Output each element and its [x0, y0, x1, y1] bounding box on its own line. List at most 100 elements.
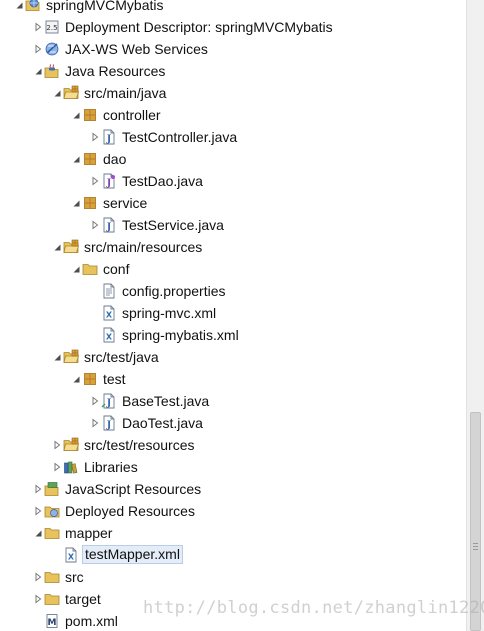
tree-item-label: Deployment Descriptor: springMVCMybatis — [65, 19, 333, 35]
tree-item-src-main-resources[interactable]: src/main/resources — [0, 236, 466, 258]
tree-item-label: Libraries — [84, 459, 138, 475]
tree-item-label: TestService.java — [122, 217, 224, 233]
svg-text:J: J — [106, 179, 111, 189]
tree-item-label: src/main/java — [84, 85, 167, 101]
expand-arrow-icon[interactable] — [32, 505, 44, 517]
expand-arrow-icon[interactable] — [32, 483, 44, 495]
collapse-arrow-icon[interactable] — [70, 197, 82, 209]
expand-arrow-icon[interactable] — [89, 131, 101, 143]
tree-item-label: testMapper.xml — [82, 545, 183, 564]
tree-item-deployment-descriptor-springmvcmybatis[interactable]: 2.5 Deployment Descriptor: springMVCMybat… — [0, 16, 466, 38]
source-folder-icon — [63, 85, 79, 101]
tree-item-basetest-java[interactable]: J BaseTest.java — [0, 390, 466, 412]
expand-arrow-icon[interactable] — [89, 395, 101, 407]
java-resources-icon — [44, 63, 60, 79]
collapse-arrow-icon[interactable] — [70, 263, 82, 275]
folder-icon — [44, 569, 60, 585]
tree-item-dao[interactable]: dao — [0, 148, 466, 170]
xml-file-icon: X — [101, 327, 117, 343]
tree-item-service[interactable]: service — [0, 192, 466, 214]
collapse-arrow-icon[interactable] — [51, 87, 63, 99]
xml-file-icon: X — [63, 547, 79, 563]
collapse-arrow-icon[interactable] — [32, 527, 44, 539]
tree-item-label: Java Resources — [65, 63, 166, 79]
tree-item-src-test-java[interactable]: src/test/java — [0, 346, 466, 368]
watermark-text: http://blog.csdn.net/zhanglin1220 — [143, 598, 484, 618]
expand-arrow-icon[interactable] — [32, 571, 44, 583]
expand-arrow-icon[interactable] — [89, 175, 101, 187]
tree-item-testdao-java[interactable]: J TestDao.java — [0, 170, 466, 192]
tree-item-daotest-java[interactable]: J DaoTest.java — [0, 412, 466, 434]
tree-item-label: Deployed Resources — [65, 503, 195, 519]
svg-text:X: X — [68, 553, 75, 562]
collapse-arrow-icon[interactable] — [70, 109, 82, 121]
expand-arrow-icon[interactable] — [32, 43, 44, 55]
collapse-arrow-icon[interactable] — [51, 241, 63, 253]
source-folder-icon — [63, 437, 79, 453]
tree-item-testmapper-xml[interactable]: X testMapper.xml — [0, 544, 466, 566]
tree-item-label: TestDao.java — [122, 173, 203, 189]
collapse-arrow-icon[interactable] — [70, 373, 82, 385]
tree-item-deployed-resources[interactable]: Deployed Resources — [0, 500, 466, 522]
expand-arrow-icon[interactable] — [51, 461, 63, 473]
tree-item-config-properties[interactable]: config.properties — [0, 280, 466, 302]
tree-item-jax-ws-web-services[interactable]: JAX-WS Web Services — [0, 38, 466, 60]
package-icon — [82, 151, 98, 167]
package-icon — [82, 195, 98, 211]
tree-item-test[interactable]: test — [0, 368, 466, 390]
tree-item-libraries[interactable]: Libraries — [0, 456, 466, 478]
xml-file-icon: X — [101, 305, 117, 321]
expand-arrow-icon[interactable] — [51, 439, 63, 451]
expand-arrow-icon[interactable] — [89, 417, 101, 429]
tree-item-controller[interactable]: controller — [0, 104, 466, 126]
folder-icon — [44, 525, 60, 541]
tree-item-java-resources[interactable]: Java Resources — [0, 60, 466, 82]
tree-item-label: spring-mybatis.xml — [122, 327, 239, 343]
web-project-icon — [25, 0, 41, 13]
tree-item-label: TestController.java — [122, 129, 238, 145]
svg-text:J: J — [106, 421, 111, 431]
tree-item-conf[interactable]: conf — [0, 258, 466, 280]
libraries-icon — [63, 459, 79, 475]
properties-file-icon — [101, 283, 117, 299]
tree-item-label: mapper — [65, 525, 113, 541]
folder-icon — [44, 591, 60, 607]
tree-item-label: src/test/java — [84, 349, 159, 365]
tree-item-src[interactable]: src — [0, 566, 466, 588]
tree-item-src-test-resources[interactable]: src/test/resources — [0, 434, 466, 456]
collapse-arrow-icon[interactable] — [13, 0, 25, 11]
svg-text:J: J — [106, 223, 111, 233]
collapse-arrow-icon[interactable] — [51, 351, 63, 363]
tree-item-label: DaoTest.java — [122, 415, 203, 431]
svg-text:X: X — [106, 333, 113, 342]
svg-text:2.5: 2.5 — [46, 24, 57, 32]
tree-item-label: config.properties — [122, 283, 226, 299]
tree-item-label: src — [65, 569, 84, 585]
tree-item-label: src/test/resources — [84, 437, 195, 453]
collapse-arrow-icon[interactable] — [32, 65, 44, 77]
expand-arrow-icon[interactable] — [89, 219, 101, 231]
package-icon — [82, 107, 98, 123]
tree-item-spring-mvc-xml[interactable]: X spring-mvc.xml — [0, 302, 466, 324]
expand-arrow-icon[interactable] — [32, 593, 44, 605]
tree-item-label: test — [103, 371, 126, 387]
svg-text:M: M — [48, 618, 57, 628]
tree-item-testservice-java[interactable]: J TestService.java — [0, 214, 466, 236]
deployed-resources-icon — [44, 503, 60, 519]
tree-item-label: spring-mvc.xml — [122, 305, 217, 321]
tree-item-spring-mybatis-xml[interactable]: X spring-mybatis.xml — [0, 324, 466, 346]
tree-item-javascript-resources[interactable]: JavaScript Resources — [0, 478, 466, 500]
tree-item-springmvcmybatis[interactable]: springMVCMybatis — [0, 0, 466, 16]
vertical-scrollbar[interactable] — [466, 0, 484, 631]
tree-item-label: target — [65, 591, 101, 607]
collapse-arrow-icon[interactable] — [70, 153, 82, 165]
java-file-icon: J — [101, 217, 117, 233]
tree-item-label: JavaScript Resources — [65, 481, 202, 497]
java-file-icon: J — [101, 129, 117, 145]
tree-item-mapper[interactable]: mapper — [0, 522, 466, 544]
web-services-icon — [44, 41, 60, 57]
expand-arrow-icon[interactable] — [32, 21, 44, 33]
tree-item-src-main-java[interactable]: src/main/java — [0, 82, 466, 104]
tree-item-label: dao — [103, 151, 127, 167]
tree-item-testcontroller-java[interactable]: J TestController.java — [0, 126, 466, 148]
